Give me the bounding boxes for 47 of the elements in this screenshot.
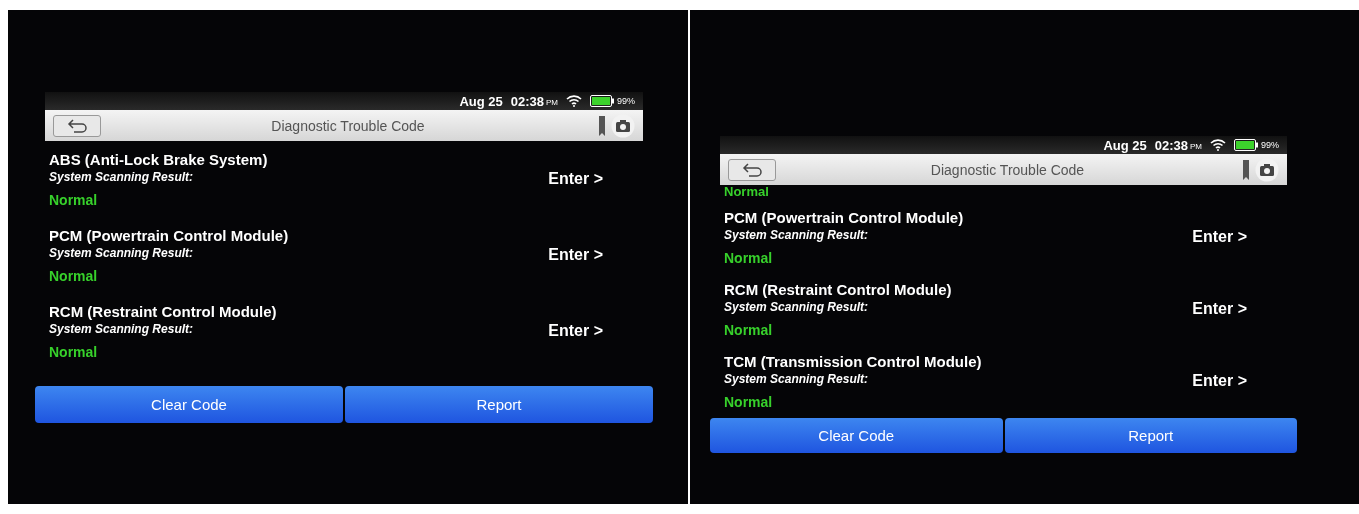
wifi-icon <box>1210 139 1226 151</box>
module-name: ABS (Anti-Lock Brake System) <box>49 150 269 168</box>
module-name: TCM (Transmission Control Module) <box>724 352 983 370</box>
battery-percent: 99% <box>1261 140 1279 150</box>
scan-result-label: System Scanning Result: <box>724 299 870 314</box>
time-text: 02:38 <box>1154 137 1188 153</box>
report-button[interactable]: Report <box>345 386 653 423</box>
result-text: Normal <box>49 191 99 208</box>
enter-button[interactable]: Enter > <box>548 322 603 340</box>
back-arrow-icon <box>741 162 763 177</box>
enter-button[interactable]: Enter > <box>1192 228 1247 246</box>
result-text: Normal <box>724 321 774 338</box>
scan-result-label: System Scanning Result: <box>724 371 870 386</box>
battery-icon <box>1234 139 1258 151</box>
meridiem-text: PM <box>546 98 558 109</box>
scan-result-label: System Scanning Result: <box>49 245 195 260</box>
module-name: PCM (Powertrain Control Module) <box>49 226 290 244</box>
result-text: Normal <box>49 343 99 360</box>
screen-title: Diagnostic Trouble Code <box>929 161 1086 178</box>
result-text: Normal <box>724 393 774 410</box>
clear-code-button[interactable]: Clear Code <box>35 386 343 423</box>
enter-button[interactable]: Enter > <box>548 246 603 264</box>
back-button[interactable] <box>53 114 101 137</box>
wifi-icon <box>566 95 582 107</box>
scan-result-label: System Scanning Result: <box>49 321 195 336</box>
result-text: Normal <box>49 267 99 284</box>
module-name: RCM (Restraint Control Module) <box>724 280 953 298</box>
back-arrow-icon <box>66 118 88 133</box>
date-text: Aug 25 <box>459 93 503 109</box>
back-button[interactable] <box>728 158 776 181</box>
battery-percent: 99% <box>617 96 635 106</box>
meridiem-text: PM <box>1190 142 1202 153</box>
time-text: 02:38 <box>510 93 544 109</box>
scan-result-label: System Scanning Result: <box>724 227 870 242</box>
report-button[interactable]: Report <box>1004 418 1297 453</box>
clear-code-button[interactable]: Clear Code <box>710 418 1003 453</box>
date-text: Aug 25 <box>1103 137 1147 153</box>
enter-button[interactable]: Enter > <box>1192 300 1247 318</box>
module-name: RCM (Restraint Control Module) <box>49 302 278 320</box>
enter-button[interactable]: Enter > <box>548 170 603 188</box>
result-text: Normal <box>724 185 770 201</box>
screen-title: Diagnostic Trouble Code <box>270 117 426 134</box>
scan-result-label: System Scanning Result: <box>49 169 195 184</box>
module-name: PCM (Powertrain Control Module) <box>724 208 965 226</box>
enter-button[interactable]: Enter > <box>1192 372 1247 390</box>
battery-icon <box>590 95 614 107</box>
result-text: Normal <box>724 249 774 266</box>
